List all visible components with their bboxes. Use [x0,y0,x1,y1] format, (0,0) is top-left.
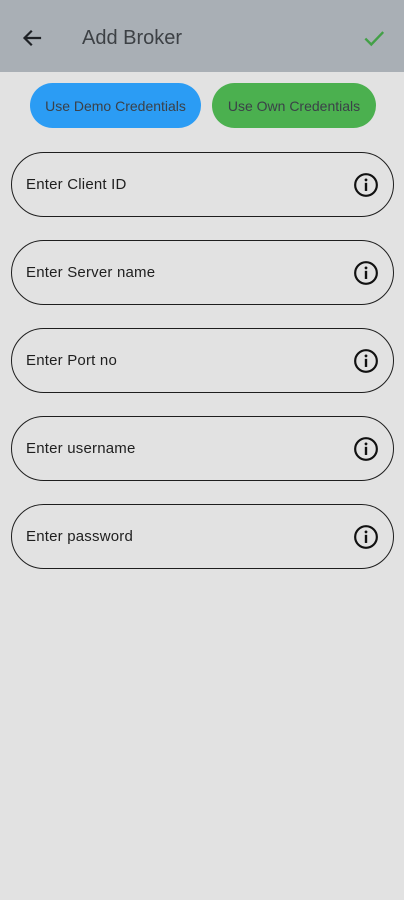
password-field[interactable]: Enter password [11,504,394,569]
info-icon[interactable] [353,436,379,462]
back-button[interactable] [16,22,48,54]
info-icon[interactable] [353,348,379,374]
check-icon [364,31,385,47]
use-own-credentials-button[interactable]: Use Own Credentials [212,83,376,128]
server-name-field[interactable]: Enter Server name [11,240,394,305]
password-placeholder: Enter password [26,528,134,545]
client-id-field[interactable]: Enter Client ID [11,152,394,217]
info-icon[interactable] [353,524,379,550]
page-title: Add Broker [82,27,183,49]
server-name-placeholder: Enter Server name [26,264,156,281]
client-id-placeholder: Enter Client ID [26,176,127,193]
confirm-button[interactable] [358,22,390,54]
info-icon[interactable] [353,172,379,198]
port-no-field[interactable]: Enter Port no [11,328,394,393]
app-bar: Add Broker [0,0,404,72]
info-icon[interactable] [353,260,379,286]
username-field[interactable]: Enter username [11,416,394,481]
use-demo-credentials-button[interactable]: Use Demo Credentials [30,83,201,128]
arrow-left-icon [22,29,42,47]
port-no-placeholder: Enter Port no [26,352,117,369]
username-placeholder: Enter username [26,440,136,457]
